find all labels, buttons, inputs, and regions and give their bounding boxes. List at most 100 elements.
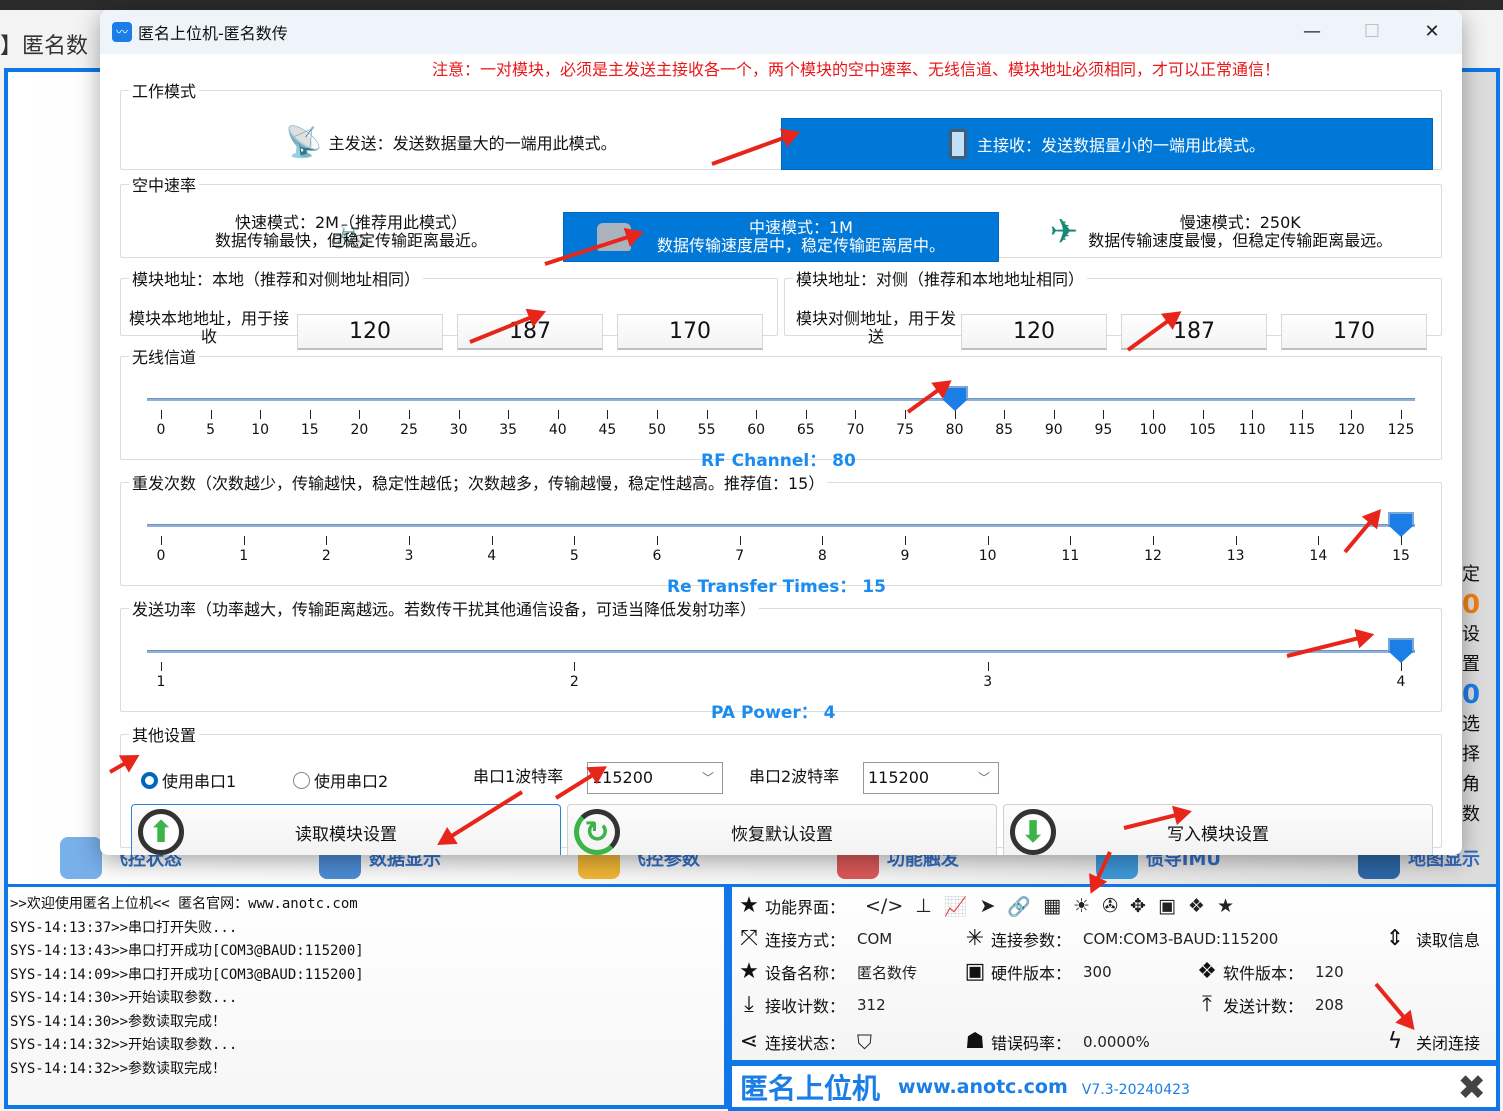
channel-group: 无线信道 0 5 10 15 20 25 30 35 40 45 50 55 60 65 70 75 80 85 9… [120, 344, 1442, 471]
chip-icon[interactable]: ▣ [1158, 895, 1176, 918]
slider-tick [508, 410, 510, 419]
slider-track[interactable] [147, 398, 1415, 401]
close-app-icon[interactable]: ✖ [1458, 1068, 1487, 1108]
chart-icon[interactable]: 📈 [944, 895, 968, 918]
upload-icon: ⤒ [1202, 992, 1212, 1017]
reset-defaults-button[interactable]: ↻ 恢复默认设置 [567, 804, 997, 855]
tx-count-value: 208 [1315, 996, 1344, 1014]
rate-fast[interactable]: 🚲 快速模式：2M（推荐用此模式） 数据传输最快，但稳定传输距离最近。 [161, 208, 541, 256]
grid-icon[interactable]: ▦ [1043, 895, 1061, 918]
tab-icon [60, 836, 102, 879]
slider-tick-label: 45 [598, 422, 617, 438]
phone-vibrate-icon [948, 129, 967, 159]
serial2-radio-label: 使用串口2 [314, 772, 389, 791]
console-line: >>欢迎使用匿名上位机<< 匿名官网：www.anotc.com [10, 896, 358, 912]
write-settings-label: 写入模块设置 [1167, 824, 1269, 845]
maximize-button[interactable]: ☐ [1342, 10, 1402, 54]
slider-tick [161, 410, 162, 419]
slider-tick [1004, 410, 1006, 419]
slider-tick [905, 410, 906, 419]
warning-text: 注意：一对模块，必须是主发送主接收各一个，两个模块的空中速率、无线信道、模块地址… [431, 60, 1280, 79]
info-panel: ★ 功能界面： </> ⊥ 📈 ➤ 🔗 ▦ ☀ ✇ ✥ ▣ ❖ ★ ⤧ 连接方式： COM ✳ 连接参… [728, 884, 1500, 1064]
slider-tick-label: 4 [1396, 674, 1406, 690]
slider-tick-label: 7 [735, 548, 745, 564]
rate-fast-label: 快速模式：2M（推荐用此模式） 数据传输最快，但稳定传输距离最近。 [215, 214, 487, 250]
retransfer-legend: 重发次数（次数越少，传输越快，稳定性越低；次数越多，传输越慢，稳定性越高。推荐值… [132, 474, 825, 493]
link-icon[interactable]: 🔗 [1007, 895, 1031, 918]
code-icon[interactable]: </> [865, 895, 903, 918]
rate-fast-line2: 数据传输最快，但稳定传输距离最近。 [214, 231, 487, 250]
slider-tick-label: 4 [487, 548, 497, 564]
slider-tick [409, 536, 410, 545]
slider-track[interactable] [147, 650, 1415, 653]
rate-fast-line1: 快速模式：2M（推荐用此模式） [234, 213, 467, 232]
read-settings-label: 读取模块设置 [295, 824, 397, 845]
tx-count-row: ⤒ 发送计数： 208 [1194, 990, 1344, 1020]
thumb-pointer [1388, 525, 1414, 537]
background-app-title: 】匿名数 [0, 34, 89, 59]
minimize-button[interactable]: — [1282, 10, 1342, 54]
download-icon: ⤓ [744, 992, 754, 1017]
brand-url[interactable]: www.anotc.com [898, 1076, 1068, 1098]
background-fragment: 定 [1462, 564, 1480, 585]
logo-icon[interactable]: ❖ [1188, 895, 1205, 918]
slider-tick-label: 55 [697, 422, 716, 438]
close-button[interactable]: ✕ [1402, 10, 1462, 54]
tx-count-label: 发送计数： [1223, 997, 1304, 1016]
conn-status-row: ⋖ 连接状态： ⛉ [736, 1027, 872, 1057]
channel-readout-label: RF Channel： [701, 451, 827, 471]
write-settings-button[interactable]: ⬇ 写入模块设置 [1003, 804, 1433, 855]
function-icon-bar: </> ⊥ 📈 ➤ 🔗 ▦ ☀ ✇ ✥ ▣ ❖ ★ [859, 895, 1240, 918]
slider-tick-label: 60 [747, 422, 766, 438]
baud1-label: 串口1波特率 [473, 767, 564, 786]
mode-master-receive-label: 主接收：发送数据量小的一端用此模式。 [976, 136, 1265, 155]
rate-slow-line2: 数据传输速度最慢，但稳定传输距离最远。 [1088, 231, 1393, 250]
serial1-radio[interactable]: 使用串口1 [141, 768, 236, 792]
aperture-icon[interactable]: ✇ [1102, 895, 1118, 918]
mode-master-receive[interactable]: 主接收：发送数据量小的一端用此模式。 [781, 118, 1433, 170]
move-icon[interactable]: ✥ [1130, 895, 1146, 918]
slider-tick-label: 0 [156, 422, 166, 438]
read-info-button[interactable]: ⇕ 读取信息 [1382, 924, 1480, 954]
console-line: SYS-14:14:32>>开始读取参数... [10, 1037, 238, 1053]
slider-tick [822, 536, 824, 545]
slider-tick [1235, 536, 1237, 545]
mode-master-send[interactable]: 📡 主发送：发送数据量大的一端用此模式。 [261, 118, 641, 166]
background-right-fragments: 定 0 设置 0 选择角数 [1462, 560, 1492, 830]
slider-thumb[interactable] [1388, 638, 1414, 664]
connect-mode-row: ⤧ 连接方式： COM [736, 924, 892, 954]
sun-icon[interactable]: ☀ [1073, 895, 1090, 918]
remote-address-group: 模块地址：对侧（推荐和本地地址相同） 模块对侧地址，用于发送 120 187 1… [784, 266, 1442, 350]
star-icon[interactable]: ★ [1217, 895, 1234, 918]
app-logo-icon: 〰 [112, 22, 132, 42]
slider-tick [905, 536, 906, 545]
slider-tick [1252, 410, 1254, 419]
read-info-label: 读取信息 [1416, 931, 1481, 950]
read-settings-button[interactable]: ⬆ 读取模块设置 [131, 804, 561, 855]
other-settings-group: 其他设置 使用串口1 使用串口2 串口1波特率 115200 ﹀ 串口2波特率 1… [120, 722, 1442, 855]
rate-slow[interactable]: ✈ 慢速模式：250K 数据传输速度最慢，但稳定传输距离最远。 [1021, 208, 1421, 256]
hierarchy-icon[interactable]: ⊥ [915, 895, 932, 918]
slider-thumb[interactable] [1388, 512, 1414, 538]
baud2-select[interactable]: 115200 ﹀ [863, 762, 999, 794]
slider-tick-label: 75 [896, 422, 914, 438]
connection-icon: ⤧ [740, 926, 758, 951]
close-connection-button[interactable]: ϟ 关闭连接 [1382, 1027, 1480, 1057]
chip-icon: ▣ [964, 959, 986, 984]
remote-address-label: 模块对侧地址，用于发送 [795, 309, 956, 346]
thumb-body [1388, 638, 1414, 652]
slider-tick [1153, 536, 1154, 545]
slider-tick-label: 85 [995, 422, 1014, 438]
baud2-label: 串口2波特率 [749, 767, 840, 786]
function-label: 功能界面： [765, 898, 846, 917]
slider-tick-label: 1 [156, 674, 166, 690]
sw-version-label: 软件版本： [1223, 964, 1304, 983]
send-icon[interactable]: ➤ [980, 895, 996, 918]
slider-tick-label: 100 [1139, 422, 1167, 438]
slider-track[interactable] [147, 524, 1415, 527]
slider-tick-label: 105 [1189, 422, 1216, 438]
slider-tick-label: 13 [1226, 548, 1245, 564]
serial2-radio[interactable]: 使用串口2 [293, 768, 388, 792]
retransfer-readout-value: 15 [862, 577, 886, 597]
retransfer-readout-label: Re Transfer Times： [667, 577, 857, 597]
